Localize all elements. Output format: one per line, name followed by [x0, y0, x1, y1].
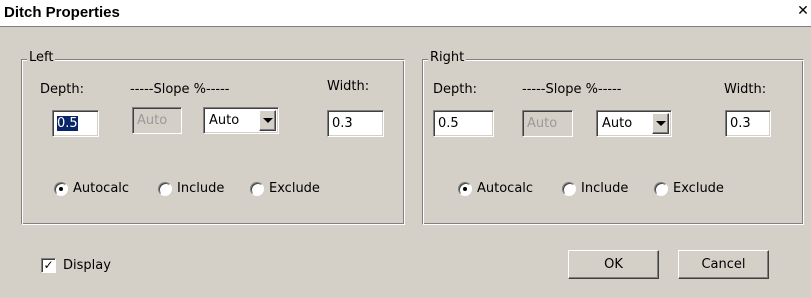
right-slope-label: -----Slope %-----	[522, 82, 622, 97]
right-depth-input[interactable]: 0.5	[433, 110, 494, 137]
left-radio-autocalc-label: Autocalc	[73, 181, 130, 196]
left-radio-include-label: Include	[177, 181, 225, 196]
chevron-down-icon[interactable]	[652, 113, 669, 134]
right-width-input[interactable]: 0.3	[725, 110, 771, 137]
right-slope-dropdown[interactable]: Auto	[596, 110, 672, 137]
check-icon: ✓	[41, 258, 56, 273]
radio-selected-icon	[458, 182, 472, 196]
radio-unselected-icon	[562, 182, 576, 196]
radio-unselected-icon	[654, 182, 668, 196]
radio-selected-icon	[54, 182, 68, 196]
right-radio-exclude-label: Exclude	[673, 181, 724, 196]
ditch-properties-dialog: Ditch Properties ✕ Left Depth: -----Slop…	[0, 0, 811, 298]
dialog-title: Ditch Properties	[4, 4, 120, 21]
left-slope-dropdown-value: Auto	[209, 113, 240, 128]
left-slope-dropdown[interactable]: Auto	[203, 107, 279, 134]
right-width-label: Width:	[724, 82, 767, 97]
close-icon[interactable]: ✕	[796, 4, 810, 20]
radio-unselected-icon	[250, 182, 264, 196]
title-bar[interactable]: Ditch Properties ✕	[0, 0, 811, 27]
right-radio-include-label: Include	[581, 181, 629, 196]
left-depth-label: Depth:	[40, 82, 84, 97]
right-slope-input: Auto	[522, 110, 573, 137]
right-radio-autocalc-label: Autocalc	[477, 181, 534, 196]
radio-unselected-icon	[158, 182, 172, 196]
display-checkbox-label: Display	[63, 258, 111, 273]
left-group-legend: Left	[27, 49, 56, 67]
cancel-button[interactable]: Cancel	[678, 250, 769, 279]
left-depth-input[interactable]: 0.5	[52, 110, 99, 137]
left-radio-exclude-label: Exclude	[269, 181, 320, 196]
left-width-label: Width:	[327, 79, 370, 94]
left-slope-input: Auto	[132, 107, 182, 134]
left-slope-label: -----Slope %-----	[130, 82, 230, 97]
left-depth-value: 0.5	[57, 116, 78, 131]
right-group-legend: Right	[428, 49, 467, 67]
chevron-down-icon[interactable]	[259, 110, 276, 131]
left-group: Left Depth: -----Slope %----- Width: 0.5…	[21, 49, 405, 225]
right-depth-label: Depth:	[433, 82, 477, 97]
left-width-input[interactable]: 0.3	[327, 110, 384, 137]
right-slope-dropdown-value: Auto	[602, 116, 633, 131]
ok-button[interactable]: OK	[568, 250, 659, 279]
right-group: Right Depth: -----Slope %----- Width: 0.…	[422, 49, 804, 225]
